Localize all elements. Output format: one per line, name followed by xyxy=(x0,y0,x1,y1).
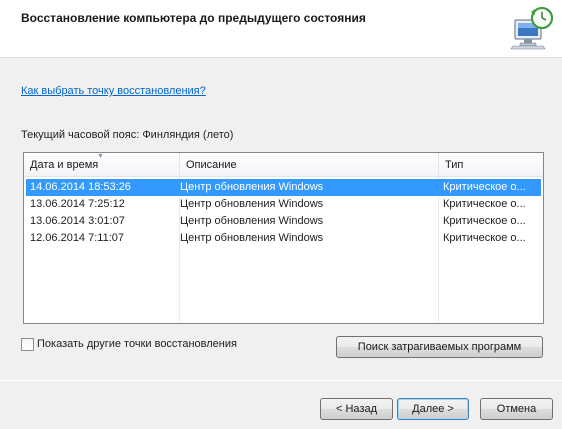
cell-datetime: 13.06.2014 7:25:12 xyxy=(30,198,125,210)
next-button[interactable]: Далее > xyxy=(397,398,469,420)
cell-datetime: 14.06.2014 18:53:26 xyxy=(30,181,131,193)
cell-type: Критическое о... xyxy=(443,198,526,210)
column-header-label: Тип xyxy=(445,159,464,171)
cell-datetime: 13.06.2014 3:01:07 xyxy=(30,215,125,227)
page-title: Восстановление компьютера до предыдущего… xyxy=(21,11,366,25)
column-header-label: Дата и время xyxy=(30,159,99,171)
cancel-button[interactable]: Отмена xyxy=(480,398,553,420)
show-more-checkbox[interactable] xyxy=(21,338,34,351)
table-row[interactable]: 13.06.2014 7:25:12 Центр обновления Wind… xyxy=(26,196,541,213)
show-more-label[interactable]: Показать другие точки восстановления xyxy=(37,338,237,351)
table-row[interactable]: 12.06.2014 7:11:07 Центр обновления Wind… xyxy=(26,230,541,247)
restore-point-help-link[interactable]: Как выбрать точку восстановления? xyxy=(21,85,206,97)
cell-description: Центр обновления Windows xyxy=(180,198,324,210)
system-restore-icon xyxy=(509,6,555,50)
cell-type: Критическое о... xyxy=(443,232,526,244)
sort-arrow-icon: ▼ xyxy=(97,153,104,160)
cell-type: Критическое о... xyxy=(443,181,526,193)
column-header-description[interactable]: Описание xyxy=(180,153,439,177)
scan-affected-programs-button[interactable]: Поиск затрагиваемых программ xyxy=(336,336,543,358)
restore-points-table[interactable]: ▼ Дата и время Описание Тип 14.06.2014 1… xyxy=(23,152,544,324)
cell-description: Центр обновления Windows xyxy=(180,215,324,227)
table-body: 14.06.2014 18:53:26 Центр обновления Win… xyxy=(24,177,543,323)
cell-description: Центр обновления Windows xyxy=(180,181,324,193)
table-row[interactable]: 13.06.2014 3:01:07 Центр обновления Wind… xyxy=(26,213,541,230)
timezone-label: Текущий часовой пояс: Финляндия (лето) xyxy=(21,129,234,141)
cell-description: Центр обновления Windows xyxy=(180,232,324,244)
column-header-type[interactable]: Тип xyxy=(439,153,543,177)
column-header-label: Описание xyxy=(186,159,237,171)
cell-datetime: 12.06.2014 7:11:07 xyxy=(30,232,124,244)
table-row[interactable]: 14.06.2014 18:53:26 Центр обновления Win… xyxy=(26,179,541,196)
cell-type: Критическое о... xyxy=(443,215,526,227)
column-header-datetime[interactable]: ▼ Дата и время xyxy=(24,153,180,177)
footer-divider xyxy=(0,380,562,381)
table-header: ▼ Дата и время Описание Тип xyxy=(24,153,543,177)
wizard-header: Восстановление компьютера до предыдущего… xyxy=(0,0,562,58)
back-button[interactable]: < Назад xyxy=(320,398,393,420)
